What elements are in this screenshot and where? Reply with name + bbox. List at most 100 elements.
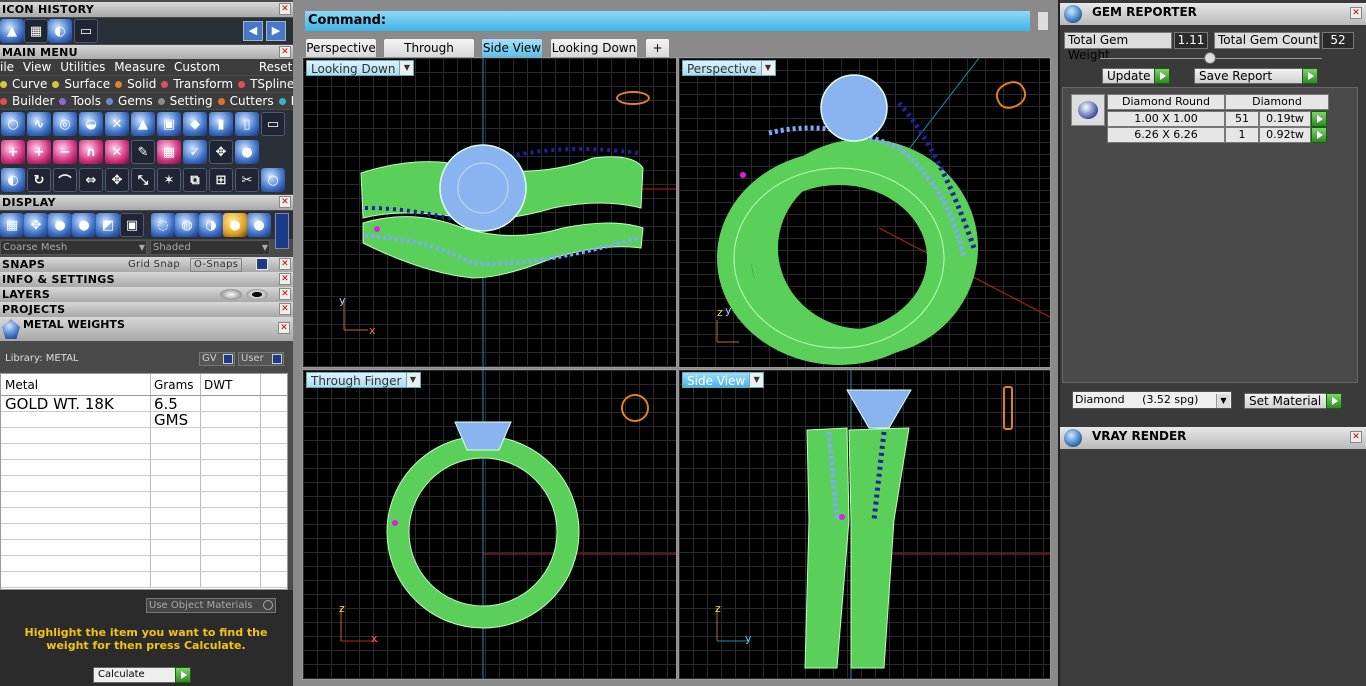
circle-icon[interactable]: ○ bbox=[261, 168, 285, 192]
menu-custom[interactable]: Custom bbox=[174, 60, 220, 74]
slider-handle[interactable] bbox=[1204, 52, 1216, 64]
forward-arrow-icon[interactable]: ▶ bbox=[266, 21, 286, 41]
viewport-through-finger[interactable]: Through Finger ▼ z x bbox=[302, 369, 677, 680]
box-tool-icon[interactable]: ▣ bbox=[157, 112, 181, 136]
viewport-view-select[interactable]: Side View ▼ bbox=[682, 372, 765, 388]
shade-select[interactable]: Shaded ▼ bbox=[150, 240, 270, 255]
update-button[interactable]: Update bbox=[1102, 68, 1170, 84]
tab-perspective[interactable]: Perspective bbox=[305, 38, 377, 57]
icon-history-header[interactable]: ICON HISTORY ✕ bbox=[0, 2, 293, 17]
menu-view[interactable]: View bbox=[23, 60, 51, 74]
loft-tool-icon[interactable]: ◒ bbox=[79, 112, 103, 136]
grid-display-icon[interactable]: ▦ bbox=[0, 213, 24, 237]
display-header[interactable]: DISPLAY ✕ bbox=[0, 195, 293, 210]
calculate-button[interactable]: Calculate bbox=[93, 667, 191, 683]
menu-tools[interactable]: Tools bbox=[59, 94, 101, 108]
menu-reset[interactable]: Reset bbox=[259, 60, 293, 74]
table-row[interactable] bbox=[1, 444, 287, 460]
menu-file[interactable]: ile bbox=[0, 60, 14, 74]
back-arrow-icon[interactable]: ◀ bbox=[243, 21, 263, 41]
ring-model-top-view[interactable] bbox=[303, 58, 677, 368]
layer-visibility-icon[interactable] bbox=[220, 289, 242, 300]
save-report-button[interactable]: Save Report bbox=[1194, 68, 1318, 84]
table-row[interactable] bbox=[1, 524, 287, 540]
close-icon[interactable]: ✕ bbox=[279, 196, 291, 208]
transform-icon[interactable]: ✥ bbox=[209, 140, 233, 164]
check-icon[interactable]: ✓ bbox=[183, 140, 207, 164]
add-tab-button[interactable]: + bbox=[645, 38, 670, 57]
info-settings-header[interactable]: INFO & SETTINGS ✕ bbox=[0, 272, 293, 287]
orientation-cube-icon[interactable] bbox=[1003, 386, 1013, 430]
pin-tool-icon[interactable]: ✕ bbox=[105, 140, 129, 164]
menu-transform[interactable]: Transform bbox=[161, 77, 233, 91]
blend-icon[interactable]: ◐ bbox=[1, 168, 25, 192]
metal-weights-header[interactable]: METAL WEIGHTS ✕ bbox=[0, 317, 293, 341]
viewport-side-view[interactable]: Side View ▼ z y bbox=[678, 369, 1051, 680]
user-toggle[interactable]: User bbox=[238, 352, 284, 366]
main-menu-header[interactable]: MAIN MENU ✕ bbox=[0, 45, 293, 60]
menu-measure[interactable]: Measure bbox=[114, 60, 165, 74]
menu-setting[interactable]: Setting bbox=[157, 94, 213, 108]
render-icon[interactable]: ▦ bbox=[24, 19, 48, 43]
glossy-sphere-icon[interactable]: ● bbox=[72, 213, 96, 237]
menu-utilities[interactable]: Utilities bbox=[60, 60, 105, 74]
table-row[interactable] bbox=[1, 556, 287, 572]
orientation-cube-icon[interactable] bbox=[621, 394, 649, 422]
wire-sphere-icon[interactable]: ◌ bbox=[151, 213, 175, 237]
curve-tool-icon[interactable]: ○ bbox=[1, 112, 25, 136]
copy-icon[interactable]: ⧉ bbox=[183, 168, 207, 192]
table-row[interactable] bbox=[1, 508, 287, 524]
viewport-looking-down[interactable]: Looking Down ▼ y x bbox=[302, 57, 677, 368]
orientation-cube-icon[interactable] bbox=[616, 91, 650, 105]
chrome-sphere-icon[interactable]: ◍ bbox=[175, 213, 199, 237]
snaps-header[interactable]: SNAPS Grid Snap O-Snaps ✕ bbox=[0, 257, 293, 272]
sphere-tool-icon[interactable]: ● bbox=[235, 140, 259, 164]
mirror-icon[interactable]: ⇔ bbox=[79, 168, 103, 192]
reflect-icon[interactable]: ◑ bbox=[199, 213, 223, 237]
gem-row-select-button[interactable] bbox=[1311, 127, 1327, 143]
folder-icon[interactable]: ▭ bbox=[74, 19, 98, 43]
table-row[interactable] bbox=[1, 428, 287, 444]
add-curve-icon[interactable]: + bbox=[27, 140, 51, 164]
close-icon[interactable]: ✕ bbox=[279, 46, 291, 58]
globe-icon[interactable]: ◐ bbox=[48, 19, 72, 43]
gumball-icon[interactable]: ✥ bbox=[24, 213, 48, 237]
layout-icon[interactable]: ▣ bbox=[120, 213, 144, 237]
spline-tool-icon[interactable]: ∿ bbox=[27, 112, 51, 136]
arc-tool-icon[interactable]: ∩ bbox=[79, 140, 103, 164]
blue-sphere-icon[interactable]: ● bbox=[247, 213, 271, 237]
table-row[interactable] bbox=[1, 572, 287, 588]
ring-tool-icon[interactable]: ◎ bbox=[53, 112, 77, 136]
remove-point-icon[interactable]: − bbox=[53, 140, 77, 164]
display-scroll[interactable] bbox=[275, 213, 289, 249]
close-icon[interactable]: ✕ bbox=[279, 273, 291, 285]
cone-tool-icon[interactable]: ▲ bbox=[131, 112, 155, 136]
table-row[interactable] bbox=[1, 412, 287, 428]
menu-builder[interactable]: Builder bbox=[0, 94, 54, 108]
move-icon[interactable]: ✥ bbox=[105, 168, 129, 192]
scale-icon[interactable]: ⤡ bbox=[131, 168, 155, 192]
o-snaps-toggle[interactable]: O-Snaps bbox=[190, 258, 243, 272]
grid-snap-toggle[interactable]: Grid Snap bbox=[128, 257, 180, 272]
tab-through-finger[interactable]: Through Finger bbox=[383, 38, 475, 73]
vray-render-header[interactable]: VRAY RENDER ✕ bbox=[1060, 427, 1366, 449]
tab-side-view[interactable]: Side View bbox=[481, 38, 543, 57]
menu-cutters[interactable]: Cutters bbox=[217, 94, 274, 108]
table-row[interactable] bbox=[1, 460, 287, 476]
menu-gems[interactable]: Gems bbox=[106, 94, 153, 108]
command-bar[interactable]: Command: bbox=[305, 11, 1030, 31]
eye-icon[interactable] bbox=[246, 289, 268, 300]
projects-header[interactable]: PROJECTS ✕ bbox=[0, 302, 293, 317]
table-row[interactable] bbox=[1, 540, 287, 556]
mesh-select[interactable]: Coarse Mesh ▼ bbox=[0, 240, 147, 255]
table-row[interactable] bbox=[1, 492, 287, 508]
cylinder-tool-icon[interactable]: ▮ bbox=[209, 112, 233, 136]
tube-tool-icon[interactable]: ▯ bbox=[235, 112, 259, 136]
close-icon[interactable]: ✕ bbox=[1350, 7, 1362, 19]
command-scrollbar[interactable] bbox=[1037, 11, 1049, 31]
menu-solid[interactable]: Solid bbox=[115, 77, 156, 91]
menu-curve[interactable]: Curve bbox=[0, 77, 47, 91]
close-icon[interactable]: ✕ bbox=[279, 3, 291, 15]
gem-reporter-header[interactable]: GEM REPORTER ✕ bbox=[1060, 3, 1366, 25]
viewport-view-select[interactable]: Through Finger ▼ bbox=[306, 372, 421, 388]
